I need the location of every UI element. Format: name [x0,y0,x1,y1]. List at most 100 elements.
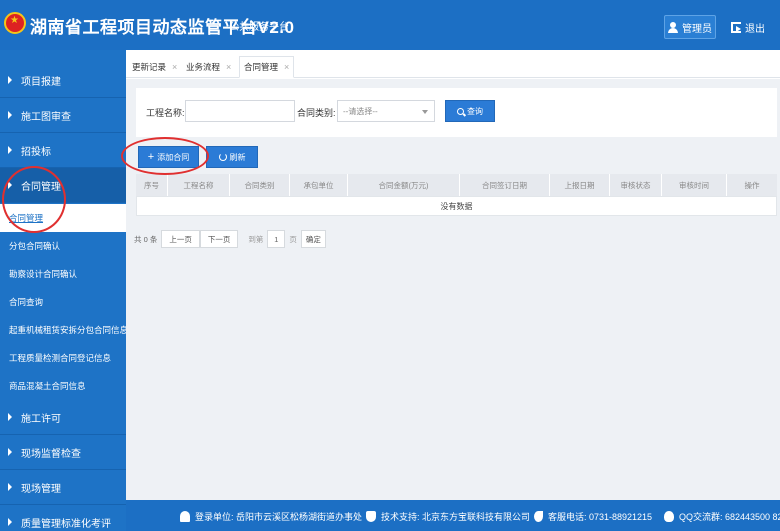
footer-login-unit: 登录单位: 岳阳市云溪区松杨湖街道办事处 [180,510,362,523]
tab-label: 更新记录 [132,62,167,72]
refresh-label: 刷新 [229,152,246,162]
column-header: 上报日期 [550,174,610,196]
caret-right-icon [8,76,12,84]
caret-right-icon [8,483,12,491]
sidebar-item-label: 项目报建 [21,76,61,88]
qq-icon [664,511,674,522]
empty-table-message: 没有数据 [136,196,777,216]
add-contract-label: 添加合同 [157,152,190,162]
sidebar-subitem-crane-lease[interactable]: 起重机械租赁安拆分包合同信息 [0,316,128,344]
pagination: 共 0 条 上一页 下一页 到第 1 页 确定 [134,229,326,249]
project-name-input[interactable] [185,100,295,122]
caret-right-icon [8,448,12,456]
caret-right-icon [8,181,12,189]
page-suffix: 页 [289,234,297,244]
sidebar-item-quality-standard[interactable]: 质量管理标准化考评 [0,505,126,531]
footer-tech-support: 技术支持: 北京东方宝联科技有限公司 [366,510,530,523]
contract-type-selected: --请选择-- [343,106,378,116]
sidebar-item-site-inspection[interactable]: 现场监督检查 [0,435,126,470]
goto-label: 到第 [248,234,264,244]
add-contract-button[interactable]: + 添加合同 [138,146,199,168]
tech-support-text: 技术支持: 北京东方宝联科技有限公司 [381,512,531,522]
person-icon [180,511,190,522]
column-header: 序号 [136,174,168,196]
user-button[interactable]: 管理员 [664,15,716,39]
table-header: 序号 工程名称 合同类别 承包单位 合同金额(万元) 合同签订日期 上报日期 审… [136,174,777,196]
prev-page-button[interactable]: 上一页 [161,230,200,248]
tab-update-log[interactable]: 更新记录 × [132,56,177,78]
column-header: 合同签订日期 [460,174,550,196]
sidebar-subitem-concrete-contract[interactable]: 商品混凝土合同信息 [0,372,126,400]
chevron-down-icon [422,110,428,114]
refresh-button[interactable]: 刷新 [206,146,258,168]
sidebar-item-label: 质量管理标准化考评 [21,518,111,530]
sidebar-item-project-registration[interactable]: 项目报建 [0,63,126,98]
sidebar-item-site-management[interactable]: 现场管理 [0,470,126,505]
sidebar: 项目报建 施工图审查 招投标 合同管理 合同管理 分包合同确认 勘察设计合同确认… [0,50,128,531]
column-header: 承包单位 [290,174,348,196]
main-content: 工程名称: 合同类别: --请选择-- 查询 + 添加合同 刷新 序号 工程名称… [126,79,780,500]
column-header: 操作 [744,180,760,190]
column-header: 工程名称 [168,174,230,196]
footer-qq-group: QQ交流群: 682443500 82 [664,510,780,523]
project-name-label: 工程名称: [146,108,185,118]
column-header: 合同金额(万元) [348,174,460,196]
sidebar-item-label: 现场监督检查 [21,448,81,460]
next-page-button[interactable]: 下一页 [199,230,239,248]
user-label: 管理员 [682,23,712,35]
contract-type-select[interactable]: --请选择-- [337,100,435,122]
search-button-label: 查询 [467,106,483,116]
qq-group-text: QQ交流群: 682443500 82 [679,512,780,522]
plus-icon: + [147,151,155,163]
tab-bar: 更新记录 × 业务流程 × 合同管理 × [126,50,780,78]
close-icon[interactable]: × [284,62,289,72]
search-button[interactable]: 查询 [445,100,495,122]
close-icon[interactable]: × [226,62,231,72]
sidebar-item-label: 合同管理 [21,181,61,193]
caret-right-icon [8,111,12,119]
phone-icon [534,511,543,522]
caret-right-icon [8,413,12,421]
confirm-page-button[interactable]: 确定 [300,230,326,248]
national-emblem-icon: ★ [4,12,26,34]
user-icon [668,21,678,33]
caret-right-icon [8,146,12,154]
sidebar-subitem-contract-management[interactable]: 合同管理 [0,204,126,232]
sidebar-item-label: 招投标 [21,146,51,158]
sidebar-subitem-quality-inspection[interactable]: 工程质量检测合同登记信息 [0,344,126,372]
contract-type-label: 合同类别: [297,108,336,118]
column-header: 审核状态 [610,174,662,196]
close-icon[interactable]: × [172,62,177,72]
tab-label: 合同管理 [244,62,279,72]
logout-button[interactable]: 退出 [731,20,765,35]
search-panel: 工程名称: 合同类别: --请选择-- 查询 [136,88,777,137]
sidebar-item-label: 施工许可 [21,413,61,425]
sidebar-item-label: 现场管理 [21,483,61,495]
tab-label: 业务流程 [186,62,221,72]
caret-right-icon [8,518,12,526]
shield-icon [366,511,376,522]
sidebar-item-contract-management[interactable]: 合同管理 [0,168,126,203]
app-footer: 登录单位: 岳阳市云溪区松杨湖街道办事处 技术支持: 北京东方宝联科技有限公司 … [126,500,780,531]
total-count: 共 0 条 [134,234,158,244]
sidebar-subitem-subcontract-confirm[interactable]: 分包合同确认 [0,232,126,260]
login-unit-text: 登录单位: 岳阳市云溪区松杨湖街道办事处 [195,512,363,522]
refresh-icon [218,153,227,161]
column-header: 审核时间 [662,174,727,196]
page-number-input[interactable]: 1 [267,230,286,248]
app-subtitle: 公共服务平台 [229,22,289,33]
sidebar-item-construction-permit[interactable]: 施工许可 [0,400,126,435]
search-icon [457,107,464,115]
column-header: 合同类别 [230,174,290,196]
sidebar-subitem-survey-design-confirm[interactable]: 勘察设计合同确认 [0,260,126,288]
tab-business-flow[interactable]: 业务流程 × [186,56,231,78]
logout-label: 退出 [745,24,765,35]
sidebar-subitem-contract-query[interactable]: 合同查询 [0,288,126,316]
sidebar-item-label: 施工图审查 [21,111,71,123]
sidebar-item-bidding[interactable]: 招投标 [0,133,126,168]
app-header: ★ 湖南省工程项目动态监管平台V2.0 公共服务平台 管理员 退出 [0,0,780,50]
logout-icon [731,22,741,33]
sidebar-item-drawing-review[interactable]: 施工图审查 [0,98,126,133]
service-phone-text: 客服电话: 0731-88921215 [548,512,653,522]
tab-contract-management[interactable]: 合同管理 × [239,56,295,78]
